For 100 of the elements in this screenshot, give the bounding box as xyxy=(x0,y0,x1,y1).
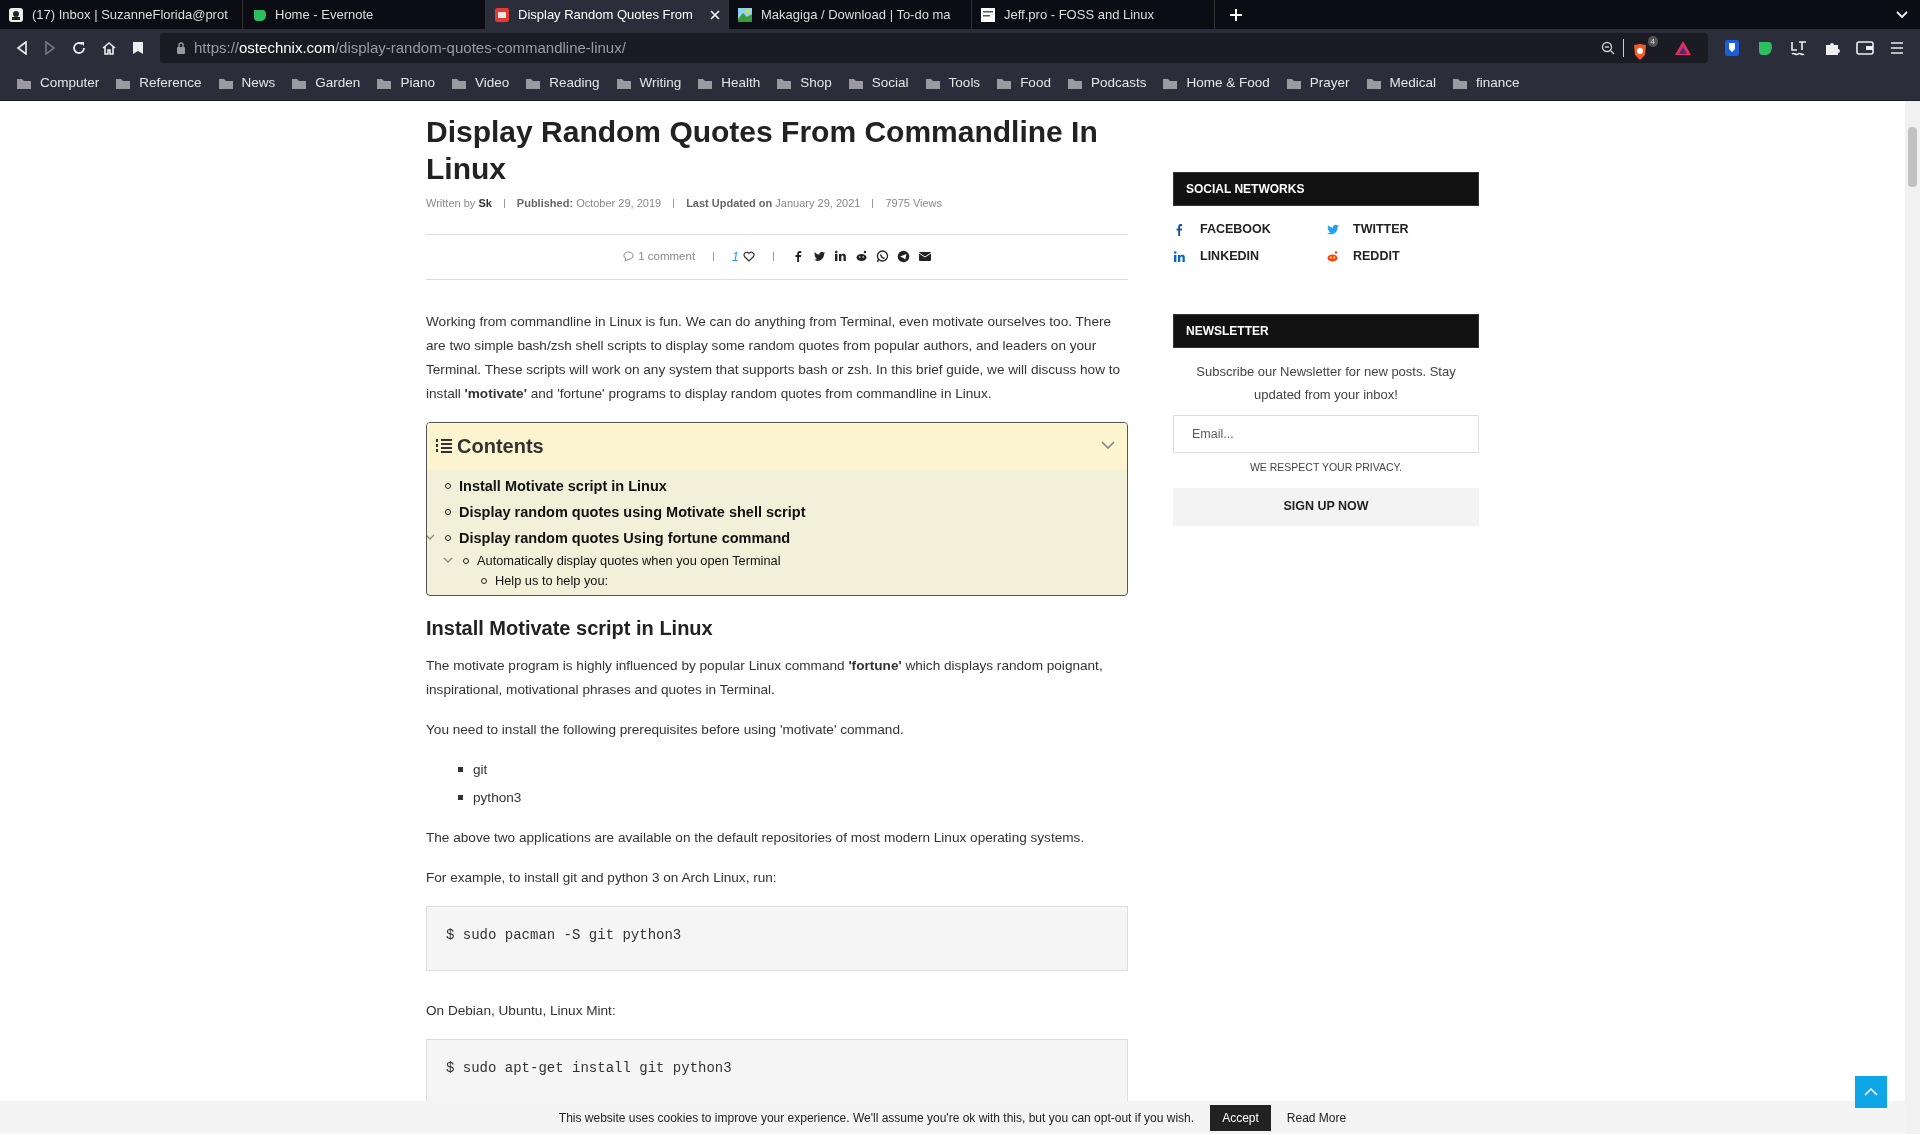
badge-count: 4 xyxy=(1647,35,1658,47)
bookmark-folder[interactable]: Tools xyxy=(924,73,981,94)
bookmark-folder[interactable]: Social xyxy=(847,73,909,94)
view-count: 7975 Views xyxy=(885,196,943,211)
bookmark-folder[interactable]: Prayer xyxy=(1285,73,1350,94)
menu-icon[interactable] xyxy=(1890,42,1904,54)
zoom-out-icon[interactable] xyxy=(1601,41,1615,55)
bookmark-folder[interactable]: Home & Food xyxy=(1162,73,1270,94)
comments-link[interactable]: 1 comment xyxy=(623,247,696,266)
code-block: $ sudo apt-get install git python3 xyxy=(426,1038,1128,1104)
address-bar[interactable]: https://ostechnix.com/display-random-quotes-commandline-linux/ 4 xyxy=(160,33,1708,63)
read-more-link[interactable]: Read More xyxy=(1286,1108,1347,1127)
speech-bubble-icon xyxy=(623,251,635,262)
close-icon[interactable] xyxy=(710,9,720,20)
bookmark-folder[interactable]: Health xyxy=(697,73,761,94)
paragraph: The motivate program is highly influenced by popular Linux command 'fortune' which displays random poignant, inspirational, motivational phrases and quotes in Terminal. xyxy=(426,656,1104,699)
heart-icon xyxy=(742,251,755,262)
forward-icon[interactable] xyxy=(44,41,56,55)
bookmark-folder[interactable]: Reading xyxy=(525,73,600,94)
folder-icon xyxy=(450,77,467,90)
published-date: Published: October 29, 2019 xyxy=(516,196,662,211)
social-link[interactable]: LINKEDIN xyxy=(1173,243,1326,270)
toc-link[interactable]: Display random quotes Using fortune command xyxy=(459,524,791,551)
folder-icon xyxy=(16,77,32,90)
sign-up-button[interactable]: SIGN UP NOW xyxy=(1173,487,1479,526)
bookmark-folder[interactable]: Shop xyxy=(776,73,832,94)
lion-shield-icon xyxy=(1632,42,1648,61)
triangle-icon[interactable] xyxy=(1674,40,1692,56)
widget-heading: NEWSLETTER xyxy=(1173,314,1479,348)
article-title: Display Random Quotes From Commandline In Linux xyxy=(426,114,1099,187)
reload-icon[interactable] xyxy=(72,41,86,55)
folder-icon xyxy=(996,77,1013,90)
bookmark-folder[interactable]: Writing xyxy=(615,73,682,94)
landscape-icon xyxy=(737,6,753,23)
lock-icon xyxy=(176,42,186,54)
bookmark-folder[interactable]: Food xyxy=(996,73,1051,94)
chevron-up-icon xyxy=(1864,1088,1878,1096)
folder-icon xyxy=(615,77,632,90)
cookie-message: This website uses cookies to improve your experience. We'll assume you're ok with this, but you can opt-out if you wish. xyxy=(558,1109,1195,1127)
page-icon xyxy=(980,6,996,23)
puzzle-icon[interactable] xyxy=(1824,40,1840,56)
paragraph: On Debian, Ubuntu, Linux Mint: xyxy=(426,1001,617,1020)
bookmark-folder[interactable]: Video xyxy=(450,73,510,94)
folder-icon xyxy=(924,77,941,90)
caret-icon[interactable] xyxy=(443,557,453,564)
folder-icon xyxy=(1285,77,1302,90)
scrollbar[interactable] xyxy=(1905,101,1920,1134)
toc-link[interactable]: Install Motivate script in Linux xyxy=(459,472,667,499)
folder-icon xyxy=(1452,77,1469,90)
toc-link[interactable]: Automatically display quotes when you open Terminal xyxy=(477,550,781,571)
bird-icon xyxy=(1326,223,1339,236)
folder-icon xyxy=(1365,77,1382,90)
folder-icon xyxy=(1162,77,1179,90)
back-icon[interactable] xyxy=(16,41,28,55)
social-link[interactable]: TWITTER xyxy=(1326,216,1479,243)
folder-icon xyxy=(1066,77,1083,90)
toc-link[interactable]: Display random quotes using Motivate shell script xyxy=(459,498,806,525)
contents-title: Contents xyxy=(457,433,545,459)
caret-icon[interactable] xyxy=(427,534,435,541)
bookmark-folder[interactable]: Piano xyxy=(376,73,435,94)
translate-icon[interactable] xyxy=(1790,40,1808,56)
linkedin-icon[interactable] xyxy=(833,250,847,263)
bookmark-folder[interactable]: Computer xyxy=(16,73,100,94)
folder-icon xyxy=(847,77,864,90)
password-manager-icon[interactable] xyxy=(1724,39,1740,57)
accept-button[interactable]: Accept xyxy=(1210,1104,1271,1131)
linkedin-icon xyxy=(1173,250,1186,263)
shield-button[interactable]: 4 xyxy=(1632,35,1658,61)
reddit-icon[interactable] xyxy=(854,250,868,263)
section-heading: Install Motivate script in Linux xyxy=(426,615,714,640)
bookmark-folder[interactable]: Medical xyxy=(1365,73,1437,94)
list-item: git xyxy=(473,760,488,779)
bookmark-folder[interactable]: News xyxy=(217,73,276,94)
bookmark-folder[interactable]: Podcasts xyxy=(1066,73,1147,94)
paragraph: The above two applications are available on the default repositories of most modern Linux operating systems. xyxy=(426,828,1086,847)
reddit-icon xyxy=(1326,250,1339,263)
twitter-icon[interactable] xyxy=(812,250,826,263)
bookmark-folder[interactable]: finance xyxy=(1452,73,1520,94)
bookmark-icon[interactable] xyxy=(132,41,144,55)
telegram-icon[interactable] xyxy=(896,250,910,263)
folder-icon xyxy=(217,77,234,90)
plus-icon[interactable] xyxy=(1229,7,1243,22)
url-text: https://ostechnix.com/display-random-quotes-commandline-linux/ xyxy=(194,37,627,58)
elephant-icon[interactable] xyxy=(1756,39,1774,57)
wallet-icon[interactable] xyxy=(1856,41,1874,55)
bullet-icon xyxy=(458,795,463,800)
folder-icon xyxy=(291,77,308,90)
home-icon[interactable] xyxy=(102,41,116,55)
bookmark-folder[interactable]: Garden xyxy=(291,73,361,94)
social-link[interactable]: FACEBOOK xyxy=(1173,216,1326,243)
bookmark-folder[interactable]: Reference xyxy=(115,73,202,94)
social-link[interactable]: REDDIT xyxy=(1326,243,1479,270)
toc-link[interactable]: Help us to help you: xyxy=(495,570,609,591)
folder-icon xyxy=(525,77,542,90)
whatsapp-icon[interactable] xyxy=(875,250,889,263)
browser-tab[interactable]: Display Random Quotes From xyxy=(486,0,729,29)
email-field[interactable]: Email... xyxy=(1173,415,1479,453)
code-block: $ sudo pacman -S git python3 xyxy=(426,905,1128,971)
paragraph: You need to install the following prerequisites before using 'motivate' command. xyxy=(426,720,905,739)
numbered-list-icon xyxy=(435,437,453,454)
